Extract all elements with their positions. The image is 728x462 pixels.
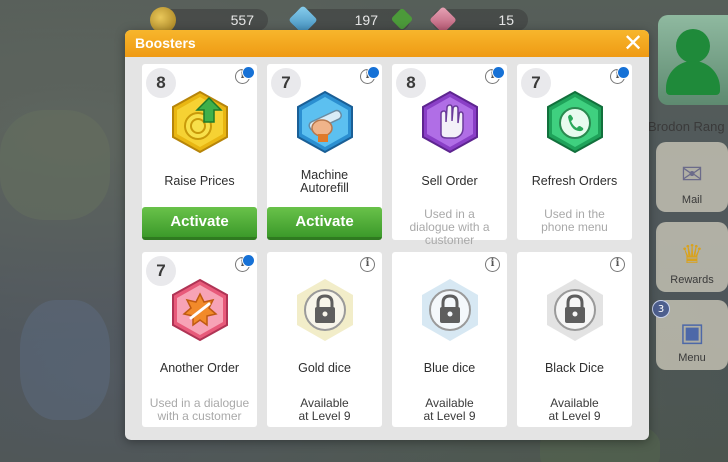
tickets-value: 15 — [498, 12, 514, 28]
new-indicator-dot — [242, 254, 255, 267]
booster-card-raise-prices[interactable]: 8 i Raise Prices Activate — [142, 64, 257, 240]
activate-button[interactable]: Activate — [142, 207, 257, 240]
booster-card-another-order[interactable]: 7 i Another Order Used in a dialogue wit… — [142, 252, 257, 427]
booster-card-machine-autorefill[interactable]: 7 i Machine Autorefill Activate — [267, 64, 382, 240]
info-icon[interactable]: i — [610, 66, 630, 84]
menu-icon: ▣ — [679, 318, 705, 348]
info-icon[interactable]: i — [485, 257, 500, 272]
booster-name: Refresh Orders — [531, 174, 618, 188]
dialog-title: Boosters — [135, 35, 196, 51]
gold-dice-lock-icon — [292, 277, 358, 343]
unlock-requirement: Available at Level 9 — [517, 397, 632, 423]
booster-card-refresh-orders[interactable]: 7 i Refresh Orders Used in the phone men… — [517, 64, 632, 240]
info-icon[interactable]: i — [360, 257, 375, 272]
booster-card-black-dice[interactable]: i Black Dice Available at Level 9 — [517, 252, 632, 427]
black-dice-lock-icon — [542, 277, 608, 343]
booster-name: Machine Autorefill — [300, 168, 349, 195]
gems-value: 197 — [354, 12, 378, 28]
coins-value: 557 — [230, 12, 254, 28]
info-icon[interactable]: i — [485, 66, 505, 84]
booster-name: Sell Order — [421, 174, 478, 188]
menu-badge: 3 — [652, 300, 670, 318]
close-button[interactable]: ✕ — [621, 31, 645, 55]
sell-order-icon — [419, 90, 481, 154]
new-indicator-dot — [492, 66, 505, 79]
avatar-head — [676, 29, 710, 63]
booster-name: Gold dice — [298, 361, 351, 375]
booster-card-sell-order[interactable]: 8 i Sell Order Used in a dialogue with a… — [392, 64, 507, 247]
booster-usage-note: Used in a dialogue with a customer — [149, 396, 250, 423]
blue-dice-lock-icon — [417, 277, 483, 343]
info-icon[interactable]: i — [235, 254, 255, 272]
booster-name: Raise Prices — [164, 174, 235, 188]
booster-name: Blue dice — [423, 361, 476, 375]
booster-name: Another Order — [159, 361, 240, 375]
new-indicator-dot — [617, 66, 630, 79]
booster-card-gold-dice[interactable]: i Gold dice Available at Level 9 — [267, 252, 382, 427]
new-indicator-dot — [367, 66, 380, 79]
booster-usage-note: Used in the phone menu — [541, 207, 608, 234]
trophy-icon: ♛ — [680, 240, 704, 270]
avatar-body — [666, 61, 720, 95]
boosters-dialog: Boosters ✕ 8 i Raise Prices Activate 7 i — [125, 30, 649, 440]
rewards-label: Rewards — [670, 274, 714, 286]
unlock-level: at Level 9 — [423, 409, 476, 423]
menu-label: Menu — [678, 352, 706, 364]
refresh-orders-icon — [544, 90, 606, 154]
unlock-requirement: Available at Level 9 — [392, 397, 507, 423]
booster-usage-note: Used in a dialogue with a customer — [409, 207, 490, 247]
raise-prices-icon — [169, 90, 231, 154]
mail-icon: ✉ — [681, 160, 703, 190]
info-icon[interactable]: i — [360, 66, 380, 84]
unlock-requirement: Available at Level 9 — [267, 397, 382, 423]
machine-autorefill-icon — [294, 90, 356, 154]
mail-button[interactable]: ✉ Mail — [656, 142, 728, 212]
dialog-header: Boosters ✕ — [125, 30, 649, 57]
activate-button[interactable]: Activate — [267, 207, 382, 240]
booster-name: Black Dice — [544, 361, 605, 375]
player-avatar[interactable] — [658, 15, 728, 105]
unlock-level: at Level 9 — [548, 409, 601, 423]
rewards-button[interactable]: ♛ Rewards — [656, 222, 728, 292]
info-icon[interactable]: i — [610, 257, 625, 272]
new-indicator-dot — [242, 66, 255, 79]
mail-label: Mail — [681, 194, 703, 206]
booster-card-blue-dice[interactable]: i Blue dice Available at Level 9 — [392, 252, 507, 427]
unlock-level: at Level 9 — [298, 409, 351, 423]
another-order-icon — [169, 278, 231, 342]
info-icon[interactable]: i — [235, 66, 255, 84]
player-name: Brodon Rang — [648, 119, 725, 134]
